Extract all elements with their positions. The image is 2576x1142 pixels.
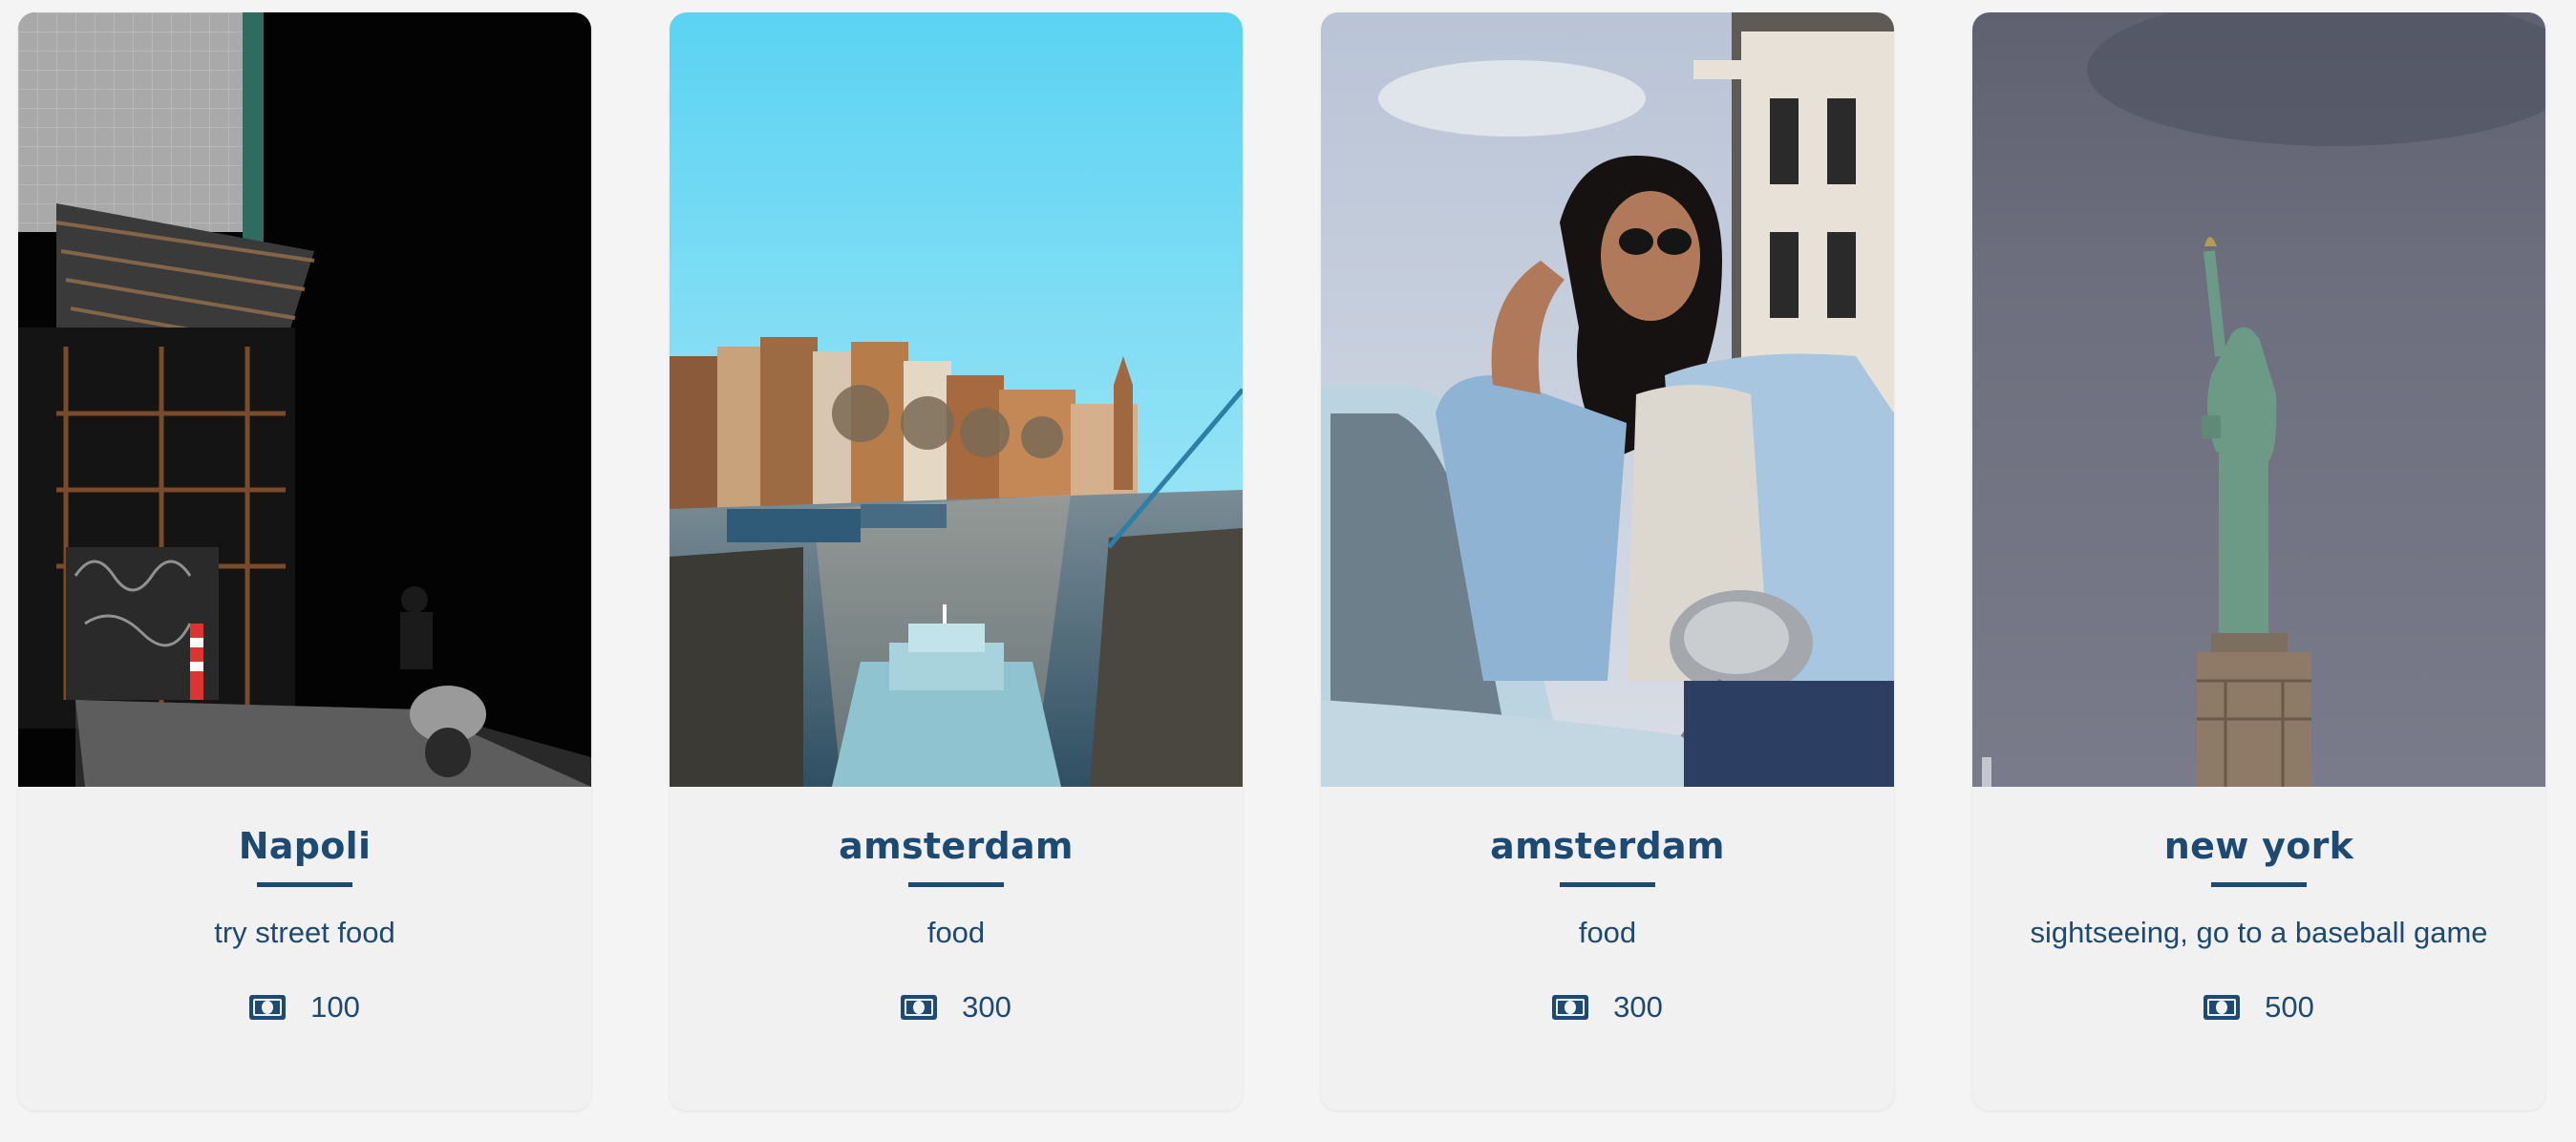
card-body: amsterdam food 300 — [670, 787, 1243, 1110]
destination-card[interactable]: Napoli try street food 100 — [18, 12, 591, 1110]
destination-card[interactable]: amsterdam food 300 — [670, 12, 1243, 1110]
card-description: try street food — [214, 916, 395, 949]
card-body: Napoli try street food 100 — [18, 787, 591, 1110]
card-photo — [670, 12, 1243, 787]
napoli-street-photo — [18, 12, 591, 787]
amsterdam-woman-photo — [1321, 12, 1894, 787]
price-row: 300 — [901, 990, 1011, 1025]
card-price: 500 — [2265, 990, 2314, 1024]
card-price: 300 — [1613, 990, 1663, 1024]
card-title: new york — [2163, 825, 2354, 867]
money-bill-icon — [901, 995, 938, 1020]
price-row: 500 — [2203, 990, 2314, 1025]
card-description: sightseeing, go to a baseball game — [2030, 916, 2488, 949]
title-underline — [2211, 882, 2307, 887]
card-price: 100 — [310, 990, 360, 1024]
destination-card[interactable]: amsterdam food 300 — [1321, 12, 1894, 1110]
price-row: 300 — [1552, 990, 1663, 1025]
card-description: food — [1578, 916, 1637, 949]
title-underline — [908, 882, 1004, 887]
money-bill-icon — [2203, 995, 2241, 1020]
card-body: amsterdam food 300 — [1321, 787, 1894, 1110]
card-photo — [1321, 12, 1894, 787]
money-bill-icon — [1552, 995, 1589, 1020]
card-title: amsterdam — [839, 825, 1074, 867]
card-photo — [1972, 12, 2545, 787]
card-title: amsterdam — [1490, 825, 1725, 867]
card-price: 300 — [962, 990, 1011, 1024]
money-bill-icon — [249, 995, 287, 1020]
amsterdam-canal-photo — [670, 12, 1243, 787]
destination-card-grid: Napoli try street food 100 amsterdam foo… — [18, 12, 2545, 1110]
destination-card[interactable]: new york sightseeing, go to a baseball g… — [1972, 12, 2545, 1110]
card-photo — [18, 12, 591, 787]
title-underline — [1560, 882, 1655, 887]
card-description: food — [926, 916, 986, 949]
statue-of-liberty-photo — [1972, 12, 2545, 787]
price-row: 100 — [249, 990, 360, 1025]
title-underline — [257, 882, 352, 887]
card-body: new york sightseeing, go to a baseball g… — [1972, 787, 2545, 1110]
card-title: Napoli — [238, 825, 372, 867]
